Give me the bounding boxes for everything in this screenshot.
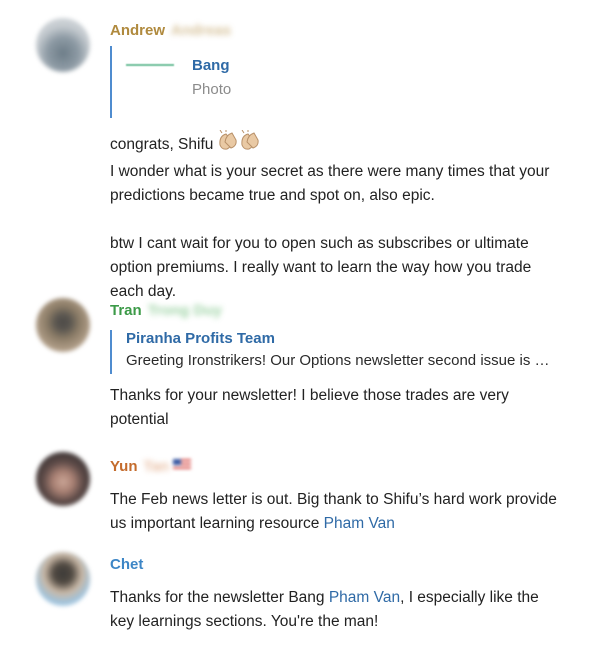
text-line: option premiums. I really want to learn … xyxy=(110,259,532,276)
message-text: Thanks for the newsletter Bang Pham Van,… xyxy=(110,586,590,634)
text-line: btw I cant wait for you to open such as … xyxy=(110,235,529,252)
reply-author: Piranha Profits Team xyxy=(126,330,275,347)
message-text: The Feb news letter is out. Big thank to… xyxy=(110,488,590,536)
sender-last-name: Andreas xyxy=(171,22,232,39)
text-line: each day. xyxy=(110,283,177,300)
reply-thumbnail-line xyxy=(126,64,174,66)
text-line: congrats, Shifu xyxy=(110,129,590,160)
text-line: potential xyxy=(110,411,169,428)
avatar[interactable] xyxy=(36,452,90,506)
text-line-content: , I especially like the xyxy=(400,589,539,606)
message-text: Thanks for your newsletter! I believe th… xyxy=(110,384,590,432)
text-line: predictions became true and spot on, als… xyxy=(110,187,435,204)
clapping-hands-icon xyxy=(217,129,263,160)
reply-text: Greeting Ironstrikers! Our Options newsl… xyxy=(126,352,550,369)
message-text: congrats, Shifu I wonder what is your se… xyxy=(110,129,590,304)
text-line: Thanks for the newsletter Bang Pham Van,… xyxy=(110,586,590,610)
sender-name[interactable]: Yun Tan xyxy=(110,458,590,478)
text-line: us important learning resource Pham Van xyxy=(110,512,590,536)
mention-link[interactable]: Pham Van xyxy=(329,589,400,606)
avatar[interactable] xyxy=(36,298,90,352)
sender-name[interactable]: Tran Trong Duy xyxy=(110,302,590,322)
sender-last-name: Tan xyxy=(143,458,170,475)
sender-last-name: Trong Duy xyxy=(147,302,222,319)
avatar[interactable] xyxy=(36,18,90,72)
us-flag-icon xyxy=(173,458,192,476)
text-line: I wonder what is your secret as there we… xyxy=(110,163,550,180)
sender-first-name: Chet xyxy=(110,556,144,573)
text-line: The Feb news letter is out. Big thank to… xyxy=(110,491,557,508)
text-line: Thanks for your newsletter! I believe th… xyxy=(110,387,509,404)
sender-first-name: Andrew xyxy=(110,22,166,39)
sender-first-name: Tran xyxy=(110,302,142,319)
reply-quote[interactable]: Bang Photo xyxy=(110,46,590,118)
text-line-content: Thanks for the newsletter Bang xyxy=(110,589,329,606)
reply-text: Photo xyxy=(192,81,232,98)
reply-author: Bang xyxy=(192,57,230,74)
reply-quote[interactable]: Piranha Profits Team Greeting Ironstrike… xyxy=(110,330,582,374)
sender-name[interactable]: Andrew Andreas xyxy=(110,22,590,42)
text-line-content: us important learning resource xyxy=(110,515,324,532)
text-line: key learnings sections. You're the man! xyxy=(110,613,379,630)
sender-name[interactable]: Chet xyxy=(110,556,590,576)
text-line-content: congrats, Shifu xyxy=(110,136,214,153)
mention-link[interactable]: Pham Van xyxy=(324,515,395,532)
avatar[interactable] xyxy=(36,552,90,606)
sender-first-name: Yun xyxy=(110,458,138,475)
